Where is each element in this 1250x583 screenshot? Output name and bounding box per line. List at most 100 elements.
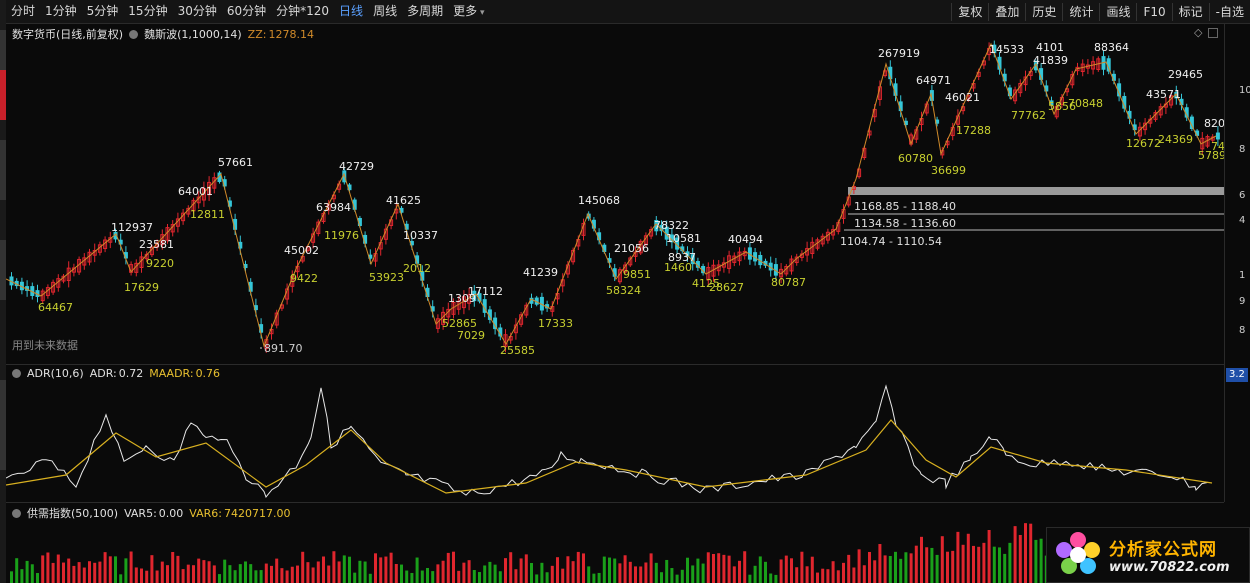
volume-bar xyxy=(899,558,903,583)
volume-bar xyxy=(727,555,731,583)
volume-bar xyxy=(862,565,866,583)
volume-bar xyxy=(129,551,133,583)
wave-label-low: 2012 xyxy=(403,262,431,275)
wave-label-low: 60780 xyxy=(898,152,933,165)
support-zones: 1168.85 - 1188.40 1134.58 - 1136.60 1104.7… xyxy=(840,187,1224,248)
period-tab[interactable]: 分时 xyxy=(6,0,40,25)
wave-label-high: 10337 xyxy=(403,229,438,242)
period-tab[interactable]: 60分钟 xyxy=(222,0,271,25)
adr-panel[interactable]: ADR(10,6) ADR: 0.72 MAADR: 0.76 xyxy=(6,365,1224,502)
kline-chart[interactable]: 1168.85 - 1188.40 1134.58 - 1136.60 1104.7… xyxy=(6,24,1224,364)
volume-bar xyxy=(540,562,544,583)
maximize-icon[interactable] xyxy=(1208,28,1219,38)
wave-label-low: 742 xyxy=(1211,140,1224,153)
volume-bar xyxy=(88,561,91,583)
volume-bar xyxy=(285,570,289,583)
period-tab[interactable]: 周线 xyxy=(368,0,402,25)
volume-bar xyxy=(457,570,461,583)
volume-bar xyxy=(873,560,877,583)
volume-bar xyxy=(1024,523,1027,583)
period-tab[interactable]: 5分钟 xyxy=(82,0,124,25)
toolbar-button[interactable]: 叠加 xyxy=(988,2,1025,21)
volume-bar xyxy=(920,536,923,583)
volume-bar xyxy=(894,551,897,583)
wave-label-high: 8203 xyxy=(1204,117,1224,130)
volume-bar xyxy=(800,551,804,583)
toolbar-button[interactable]: 标记 xyxy=(1171,2,1209,21)
volume-bar xyxy=(868,551,871,583)
wave-label-high: 64001 xyxy=(178,185,213,198)
toolbar-button[interactable]: 复权 xyxy=(951,2,988,21)
volume-bar xyxy=(743,551,747,583)
volume-bar xyxy=(712,553,715,583)
period-tab[interactable]: 更多 xyxy=(448,0,489,25)
toolbar-button[interactable]: F10 xyxy=(1136,2,1171,21)
zone-bar xyxy=(848,187,1224,195)
volume-bar xyxy=(478,572,481,583)
period-tab[interactable]: 日线 xyxy=(334,0,368,25)
volume-bar xyxy=(306,562,310,583)
volume-bar xyxy=(15,558,19,583)
panel-corner-icons: ◇ xyxy=(1194,26,1219,39)
wave-label-high: 64971 xyxy=(916,74,951,87)
volume-bar xyxy=(353,572,357,583)
volume-bar xyxy=(556,557,559,583)
volume-bar xyxy=(441,560,445,583)
kline-panel[interactable]: 数字货币(日线,前复权) 魏斯波(1,1000,14) ZZ: 1278.14 … xyxy=(6,24,1224,364)
wave-label-low: 64467 xyxy=(38,301,73,314)
volume-bar xyxy=(764,561,767,583)
volume-bar xyxy=(826,569,830,583)
zone-label: 1134.58 - 1136.60 xyxy=(854,217,956,230)
volume-bar xyxy=(696,558,700,583)
period-tab[interactable]: 分钟*120 xyxy=(271,0,334,25)
toolbar-button[interactable]: 统计 xyxy=(1062,2,1099,21)
toolbar-button[interactable]: 画线 xyxy=(1099,2,1136,21)
volume-bar xyxy=(961,544,965,583)
volume-bar xyxy=(550,565,554,583)
volume-bar xyxy=(951,550,955,583)
wave-label-low: 9422 xyxy=(290,272,318,285)
toolbar-button[interactable]: 历史 xyxy=(1025,2,1062,21)
price-tick: 6 xyxy=(1239,190,1246,201)
volume-chart[interactable] xyxy=(6,503,1224,583)
volume-bar xyxy=(114,556,117,583)
volume-bar xyxy=(358,560,362,583)
volume-bar xyxy=(160,561,164,583)
volume-bar xyxy=(405,570,409,583)
wave-label-high: 42729 xyxy=(339,160,374,173)
volume-bar xyxy=(753,565,757,583)
volume-bar xyxy=(192,565,195,583)
low-price-label: 891.70 xyxy=(264,342,303,355)
wave-label-high: 78322 xyxy=(654,219,689,232)
volume-bar xyxy=(202,560,206,583)
volume-bar xyxy=(842,562,845,583)
toolbar-button[interactable]: -自选 xyxy=(1208,2,1250,21)
volume-bar xyxy=(1008,542,1012,583)
volume-bar xyxy=(795,567,799,583)
volume-bar xyxy=(415,557,419,583)
volume-bar xyxy=(368,573,372,583)
diamond-icon[interactable]: ◇ xyxy=(1194,26,1202,39)
volume-bar xyxy=(680,569,684,583)
wave-label-low: 24369 xyxy=(1158,133,1193,146)
volume-bar xyxy=(722,554,726,583)
period-tab[interactable]: 30分钟 xyxy=(173,0,222,25)
price-scale: 10 8 6 4 1 9 8 xyxy=(1224,24,1250,364)
period-tab[interactable]: 1分钟 xyxy=(40,0,82,25)
volume-bar xyxy=(488,561,492,583)
period-tab[interactable]: 多周期 xyxy=(402,0,448,25)
volume-bar xyxy=(774,574,778,583)
period-tab[interactable]: 15分钟 xyxy=(123,0,172,25)
volume-bar xyxy=(878,544,882,583)
volume-bar xyxy=(389,552,393,583)
flower-logo-icon xyxy=(1053,530,1103,580)
volume-bar xyxy=(582,553,585,583)
volume-bar xyxy=(426,567,429,583)
adr-chart[interactable] xyxy=(6,365,1224,502)
volume-bar xyxy=(472,570,476,583)
volume-bar xyxy=(628,561,632,583)
volume-bar xyxy=(701,563,705,583)
wave-label-high: 41839 xyxy=(1033,54,1068,67)
volume-bar xyxy=(956,531,960,583)
supply-demand-panel[interactable]: 供需指数(50,100) VAR5: 0.00 VAR6: 7420717.00 xyxy=(6,503,1224,583)
